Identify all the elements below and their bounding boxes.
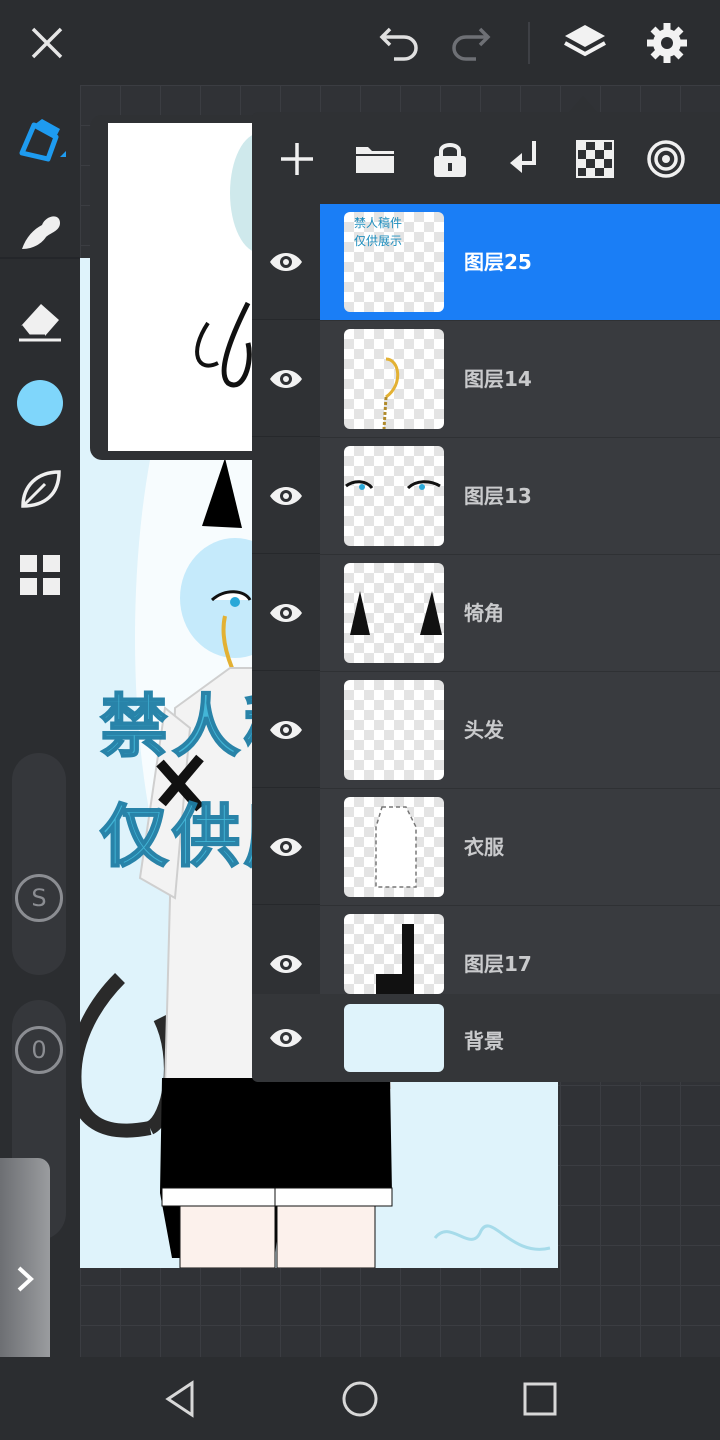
layer-name: 图层14 bbox=[464, 367, 532, 391]
eye-icon[interactable] bbox=[266, 710, 306, 750]
background-color-swatch[interactable] bbox=[344, 1004, 444, 1072]
back-icon[interactable] bbox=[152, 1371, 208, 1427]
eraser-icon[interactable] bbox=[12, 291, 68, 347]
opacity-slider-knob[interactable]: 0 bbox=[15, 1026, 63, 1074]
chevron-right-icon bbox=[17, 1266, 34, 1292]
panel-pointer bbox=[569, 96, 597, 112]
layer-row[interactable]: 头发 bbox=[252, 672, 720, 788]
grid-icon[interactable] bbox=[12, 547, 68, 603]
app-window: 禁人稿件 仅供展示 S 0 禁人稿件 仅供展示 图层25 图层14 图层13 犄… bbox=[0, 0, 720, 1440]
home-icon[interactable] bbox=[332, 1371, 388, 1427]
layers-panel: 禁人稿件 仅供展示 图层25 图层14 图层13 犄角 头发 衣服 图层17 背… bbox=[252, 112, 720, 1082]
background-layer-row[interactable]: 背景 bbox=[252, 994, 720, 1082]
layer-row[interactable]: 图层13 bbox=[252, 438, 720, 554]
layer-row[interactable]: 衣服 bbox=[252, 789, 720, 905]
layer-thumbnail bbox=[344, 680, 444, 780]
layers-toolbar bbox=[252, 112, 720, 204]
layer-thumbnail bbox=[344, 797, 444, 897]
transparency-icon[interactable] bbox=[570, 134, 620, 184]
layer-thumbnail: 禁人稿件 仅供展示 bbox=[344, 212, 444, 312]
size-slider-label: S bbox=[31, 884, 47, 912]
merge-down-icon[interactable] bbox=[498, 134, 548, 184]
smudge-icon[interactable] bbox=[12, 203, 68, 259]
color-swatch[interactable] bbox=[12, 375, 68, 431]
toolbar-divider bbox=[528, 22, 530, 64]
layer-name: 衣服 bbox=[464, 835, 504, 859]
eye-icon[interactable] bbox=[266, 359, 306, 399]
layer-thumbnail bbox=[344, 446, 444, 546]
layer-row[interactable]: 图层14 bbox=[252, 321, 720, 437]
layer-thumbnail-text: 禁人稿件 仅供展示 bbox=[354, 216, 403, 248]
target-icon[interactable] bbox=[641, 134, 691, 184]
layer-thumbnail bbox=[344, 329, 444, 429]
layer-thumbnail bbox=[344, 563, 444, 663]
system-nav-bar bbox=[0, 1357, 720, 1440]
size-slider[interactable] bbox=[12, 753, 66, 975]
gear-icon[interactable] bbox=[642, 18, 692, 68]
layer-row[interactable]: 犄角 bbox=[252, 555, 720, 671]
eye-icon[interactable] bbox=[266, 593, 306, 633]
layer-name: 犄角 bbox=[464, 601, 504, 625]
toolbar-divider bbox=[0, 257, 80, 259]
layer-thumbnail bbox=[344, 914, 444, 994]
recents-icon[interactable] bbox=[512, 1371, 568, 1427]
top-bar bbox=[0, 0, 720, 85]
eye-icon[interactable] bbox=[266, 944, 306, 984]
layer-name: 头发 bbox=[464, 718, 504, 742]
layer-name: 背景 bbox=[464, 1029, 504, 1053]
add-icon[interactable] bbox=[272, 134, 322, 184]
folder-icon[interactable] bbox=[350, 134, 400, 184]
eye-icon[interactable] bbox=[266, 1018, 306, 1058]
eye-icon[interactable] bbox=[266, 476, 306, 516]
eye-icon[interactable] bbox=[266, 242, 306, 282]
layer-name: 图层17 bbox=[464, 952, 532, 976]
layer-name: 图层25 bbox=[464, 250, 532, 274]
layer-row[interactable]: 图层17 bbox=[252, 906, 720, 994]
close-icon[interactable] bbox=[22, 18, 72, 68]
eye-icon[interactable] bbox=[266, 827, 306, 867]
leaf-icon[interactable] bbox=[12, 461, 68, 517]
opacity-slider-label: 0 bbox=[31, 1036, 47, 1064]
layers-icon[interactable] bbox=[560, 18, 610, 68]
size-slider-knob[interactable]: S bbox=[15, 874, 63, 922]
layer-row[interactable]: 禁人稿件 仅供展示 图层25 bbox=[252, 204, 720, 320]
redo-icon[interactable] bbox=[447, 18, 497, 68]
undo-icon[interactable] bbox=[373, 18, 423, 68]
layer-name: 图层13 bbox=[464, 484, 532, 508]
pen-icon[interactable] bbox=[12, 113, 68, 169]
lock-icon[interactable] bbox=[425, 134, 475, 184]
